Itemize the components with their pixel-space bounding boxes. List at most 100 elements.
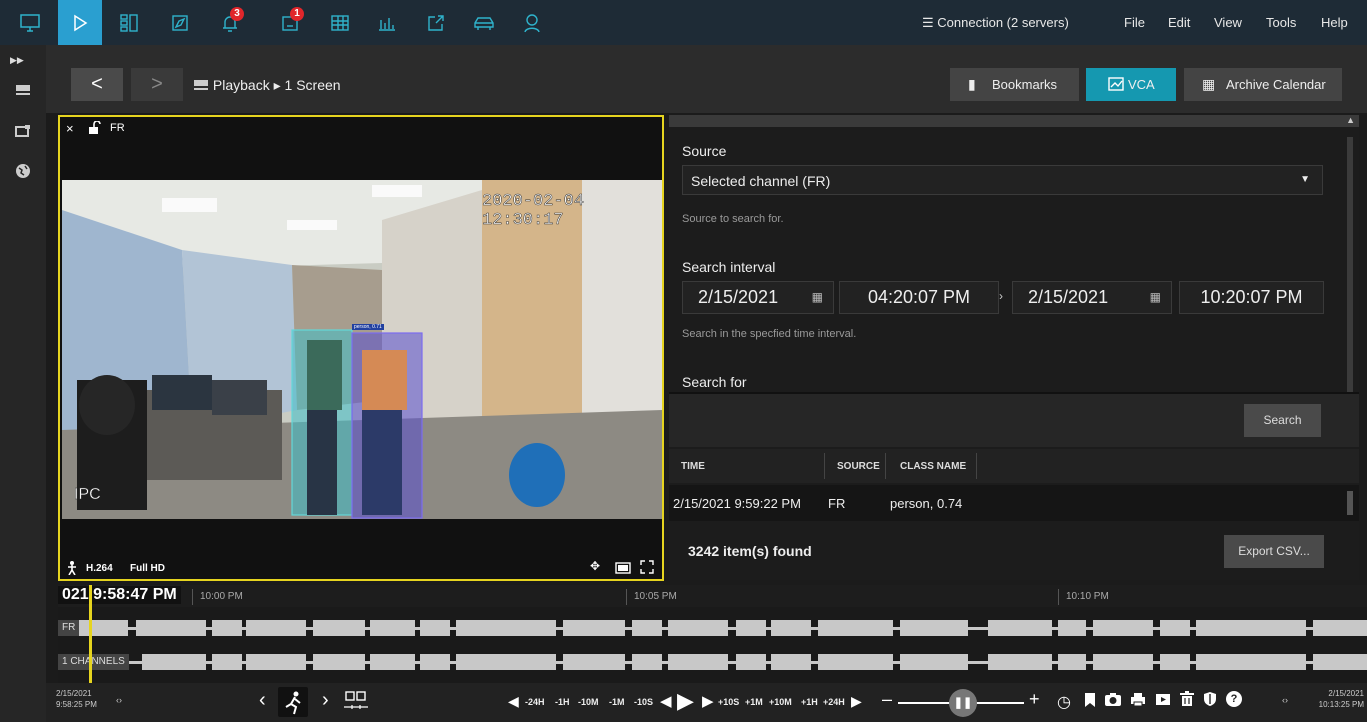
- bookmarks-button[interactable]: ▮ Bookmarks: [950, 68, 1079, 101]
- scrollbar[interactable]: [1347, 491, 1353, 515]
- record-segment: [313, 620, 365, 636]
- prev-event-icon[interactable]: ‹: [259, 689, 266, 712]
- multi-speed-icon[interactable]: [344, 691, 368, 718]
- time-ruler[interactable]: [58, 585, 1367, 607]
- aspect-icon[interactable]: [615, 561, 631, 579]
- results-header: TIME SOURCE CLASS NAME: [669, 449, 1359, 483]
- track-fr[interactable]: FR: [58, 617, 1367, 639]
- face-icon[interactable]: [510, 0, 554, 45]
- help-icon[interactable]: ?: [1226, 691, 1242, 707]
- range-shift-icon[interactable]: ‹›: [116, 695, 122, 705]
- track-label: FR: [58, 620, 80, 636]
- camera-frame[interactable]: person, 0.71 2020-02-04 12:30:17 IPC: [62, 180, 662, 519]
- end-date-field[interactable]: 2/15/2021 ▦: [1012, 281, 1172, 314]
- clock-icon[interactable]: ◷: [1057, 692, 1071, 712]
- end-time-field[interactable]: 10:20:07 PM: [1179, 281, 1324, 314]
- menu-file[interactable]: File: [1124, 0, 1145, 45]
- expand-icon[interactable]: ▶▶: [10, 55, 24, 66]
- calendar-icon[interactable]: ▦: [1150, 290, 1161, 304]
- car-icon[interactable]: [462, 0, 506, 45]
- table-icon[interactable]: [318, 0, 362, 45]
- menu-view[interactable]: View: [1214, 0, 1242, 45]
- breadcrumb-screen[interactable]: 1 Screen: [285, 77, 341, 93]
- record-segment: [632, 620, 662, 636]
- column-source[interactable]: SOURCE: [837, 461, 880, 472]
- shield-icon[interactable]: [1203, 691, 1217, 712]
- column-class-name[interactable]: CLASS NAME: [900, 461, 966, 472]
- next-event-icon[interactable]: ›: [322, 689, 329, 712]
- frame-back-icon[interactable]: ◀: [660, 692, 672, 710]
- bar-chart-icon[interactable]: [365, 0, 409, 45]
- skip-start-icon[interactable]: ◀: [508, 693, 519, 710]
- back-button[interactable]: <: [71, 68, 123, 101]
- export-icon[interactable]: [414, 0, 458, 45]
- range-shift-icon[interactable]: ‹›: [1282, 695, 1288, 705]
- lock-icon[interactable]: [88, 120, 102, 139]
- playhead[interactable]: [89, 585, 92, 685]
- frame-forward-icon[interactable]: ▶: [702, 692, 714, 710]
- ptz-icon[interactable]: ✥: [590, 559, 600, 573]
- calendar-icon[interactable]: ▦: [812, 290, 823, 304]
- track-channels[interactable]: 1 CHANNELS: [58, 651, 1367, 673]
- bookmark-icon[interactable]: [1084, 692, 1096, 713]
- video-tile[interactable]: × FR person, 0.71 2020-02-04 12:30:17 IP…: [58, 115, 664, 581]
- record-segment: [246, 654, 306, 670]
- table-row[interactable]: 2/15/2021 9:59:22 PM FR person, 0.74: [669, 485, 1359, 521]
- motion-filter-icon[interactable]: [278, 687, 308, 717]
- fullscreen-icon[interactable]: [640, 560, 654, 579]
- vca-button[interactable]: VCA: [1086, 68, 1176, 101]
- monitor-icon[interactable]: [8, 0, 52, 45]
- channel-name: FR: [110, 122, 125, 134]
- screen-icon[interactable]: [12, 81, 34, 103]
- globe-icon[interactable]: [12, 163, 34, 185]
- pause-button[interactable]: ❚❚: [949, 689, 977, 717]
- delete-icon[interactable]: [1180, 691, 1194, 712]
- search-for-title: Search for: [682, 374, 747, 390]
- step-minus-24h[interactable]: -24H: [525, 697, 545, 707]
- speed-plus-icon[interactable]: +: [1029, 689, 1040, 710]
- skip-end-icon[interactable]: ▶: [851, 693, 862, 710]
- alert-doc-icon[interactable]: 1: [268, 0, 312, 45]
- start-time-field[interactable]: 04:20:07 PM: [839, 281, 999, 314]
- menu-help[interactable]: Help: [1321, 0, 1348, 45]
- step-minus-10s[interactable]: -10S: [634, 697, 653, 707]
- step-plus-1m[interactable]: +1M: [745, 697, 763, 707]
- speed-minus-icon[interactable]: –: [882, 689, 892, 710]
- step-minus-1h[interactable]: -1H: [555, 697, 570, 707]
- connection-menu[interactable]: ☰ Connection (2 servers): [922, 0, 1069, 45]
- archive-calendar-button[interactable]: ▦ Archive Calendar: [1184, 68, 1342, 101]
- step-plus-24h[interactable]: +24H: [823, 697, 845, 707]
- play-icon[interactable]: [58, 0, 102, 45]
- record-segment: [736, 654, 766, 670]
- column-time[interactable]: TIME: [681, 461, 705, 472]
- record-segment: [456, 620, 556, 636]
- close-icon[interactable]: ×: [66, 121, 74, 136]
- forward-button[interactable]: >: [131, 68, 183, 101]
- video-export-icon[interactable]: [1155, 692, 1171, 712]
- step-minus-10m[interactable]: -10M: [578, 697, 599, 707]
- grid-layout-icon[interactable]: [107, 0, 151, 45]
- export-csv-button[interactable]: Export CSV...: [1224, 535, 1324, 568]
- step-minus-1m[interactable]: -1M: [609, 697, 625, 707]
- breadcrumb-playback[interactable]: Playback: [213, 77, 270, 93]
- camera-icon[interactable]: [1104, 692, 1122, 712]
- step-plus-10s[interactable]: +10S: [718, 697, 739, 707]
- vca-icon: [1108, 68, 1124, 101]
- menu-edit[interactable]: Edit: [1168, 0, 1190, 45]
- source-select[interactable]: Selected channel (FR) ▼: [682, 165, 1323, 195]
- collapse-icon[interactable]: ▲: [1346, 115, 1355, 125]
- bell-icon[interactable]: 3: [208, 0, 252, 45]
- search-button[interactable]: Search: [1244, 404, 1321, 437]
- monitor-add-icon[interactable]: [12, 123, 34, 145]
- record-segment: [456, 654, 556, 670]
- menu-tools[interactable]: Tools: [1266, 0, 1296, 45]
- step-plus-10m[interactable]: +10M: [769, 697, 792, 707]
- print-icon[interactable]: [1130, 692, 1146, 712]
- play-icon[interactable]: ▶: [677, 688, 694, 714]
- scrollbar[interactable]: [1347, 137, 1353, 392]
- top-toolbar: 3 1 ☰ Connection (2 servers) File Edit V…: [0, 0, 1367, 45]
- compass-icon[interactable]: [158, 0, 202, 45]
- start-date-field[interactable]: 2/15/2021 ▦: [682, 281, 834, 314]
- step-plus-1h[interactable]: +1H: [801, 697, 818, 707]
- timeline[interactable]: 021 9:58:47 PM 10:00 PM 10:05 PM 10:10 P…: [58, 585, 1367, 685]
